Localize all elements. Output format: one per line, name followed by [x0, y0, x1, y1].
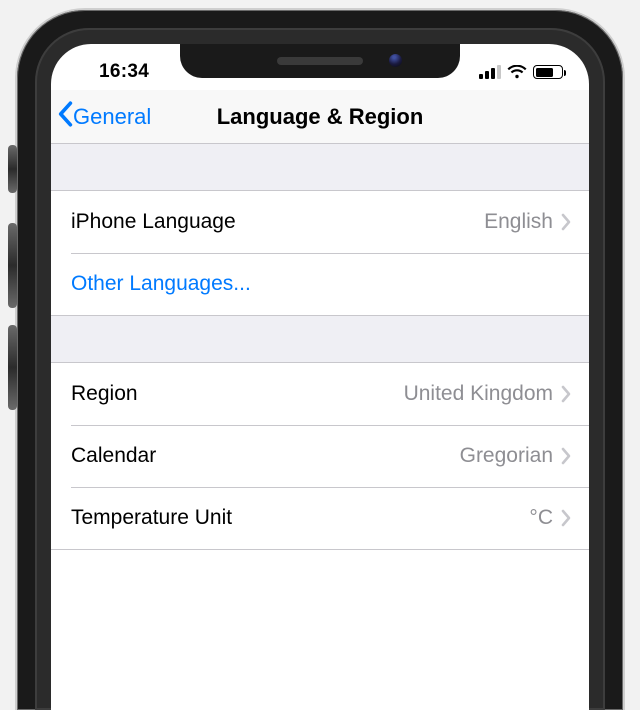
battery-icon — [533, 65, 563, 79]
device-frame: 16:34 — [0, 0, 640, 613]
side-button-silent — [8, 145, 17, 193]
speaker-grille — [277, 57, 363, 65]
phone-bezel: 16:34 — [17, 10, 623, 710]
row-label: iPhone Language — [71, 210, 236, 234]
wifi-icon — [507, 65, 527, 80]
row-label: Other Languages... — [71, 272, 251, 296]
cellular-signal-icon — [479, 65, 501, 79]
status-time: 16:34 — [83, 51, 149, 83]
chevron-right-icon — [561, 213, 571, 231]
row-region[interactable]: Region United Kingdom — [51, 363, 589, 425]
group-language: iPhone Language English Other Languages.… — [51, 190, 589, 316]
row-value: °C — [529, 506, 553, 530]
settings-content: iPhone Language English Other Languages.… — [51, 144, 589, 550]
phone-notch — [180, 44, 460, 78]
back-label: General — [73, 104, 151, 130]
row-value: United Kingdom — [404, 382, 553, 406]
row-value: Gregorian — [460, 444, 553, 468]
row-other-languages[interactable]: Other Languages... — [51, 253, 589, 315]
section-spacer — [51, 316, 589, 362]
side-button-volume-up — [8, 223, 17, 308]
chevron-right-icon — [561, 447, 571, 465]
back-button[interactable]: General — [51, 101, 151, 133]
status-right — [479, 55, 567, 80]
section-spacer — [51, 144, 589, 190]
phone-screen: 16:34 — [51, 44, 589, 710]
front-camera — [389, 54, 402, 67]
row-calendar[interactable]: Calendar Gregorian — [51, 425, 589, 487]
row-label: Region — [71, 382, 138, 406]
row-temperature-unit[interactable]: Temperature Unit °C — [51, 487, 589, 549]
page-title: Language & Region — [217, 104, 424, 130]
row-value: English — [484, 210, 553, 234]
chevron-right-icon — [561, 509, 571, 527]
group-region: Region United Kingdom Calendar Gregorian — [51, 362, 589, 550]
chevron-right-icon — [561, 385, 571, 403]
side-button-volume-down — [8, 325, 17, 410]
chevron-left-icon — [57, 101, 71, 133]
row-iphone-language[interactable]: iPhone Language English — [51, 191, 589, 253]
row-label: Temperature Unit — [71, 506, 232, 530]
row-label: Calendar — [71, 444, 156, 468]
nav-bar: General Language & Region — [51, 90, 589, 144]
